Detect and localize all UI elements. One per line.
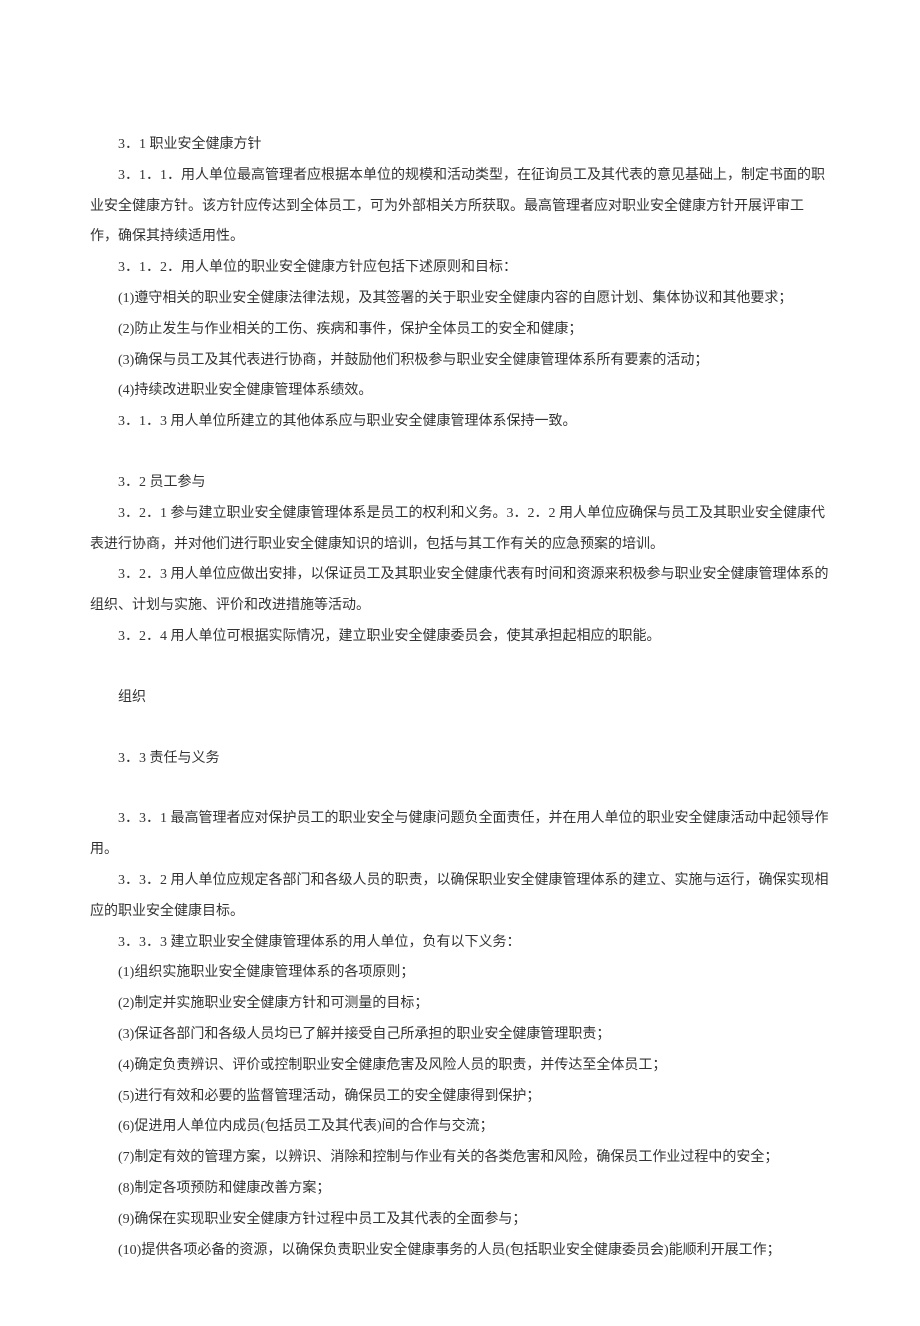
paragraph: (1)遵守相关的职业安全健康法律法规，及其签署的关于职业安全健康内容的自愿计划、… bbox=[90, 284, 830, 315]
paragraph: 3．3．3 建立职业安全健康管理体系的用人单位，负有以下义务： bbox=[90, 928, 830, 959]
paragraph: 3．1．3 用人单位所建立的其他体系应与职业安全健康管理体系保持一致。 bbox=[90, 407, 830, 438]
paragraph: (5)进行有效和必要的监督管理活动，确保员工的安全健康得到保护； bbox=[90, 1082, 830, 1113]
blank-line bbox=[90, 438, 830, 468]
paragraph: (4)确定负责辨识、评价或控制职业安全健康危害及风险人员的职责，并传达至全体员工… bbox=[90, 1051, 830, 1082]
paragraph: (10)提供各项必备的资源，以确保负责职业安全健康事务的人员(包括职业安全健康委… bbox=[90, 1236, 830, 1267]
paragraph: (2)制定并实施职业安全健康方针和可测量的目标； bbox=[90, 989, 830, 1020]
paragraph: (1)组织实施职业安全健康管理体系的各项原则； bbox=[90, 958, 830, 989]
paragraph: (2)防止发生与作业相关的工伤、疾病和事件，保护全体员工的安全和健康； bbox=[90, 315, 830, 346]
paragraph: 3．3．1 最高管理者应对保护员工的职业安全与健康问题负全面责任，并在用人单位的… bbox=[90, 804, 830, 866]
paragraph: 3．3．2 用人单位应规定各部门和各级人员的职责，以确保职业安全健康管理体系的建… bbox=[90, 866, 830, 928]
paragraph: (7)制定有效的管理方案，以辨识、消除和控制与作业有关的各类危害和风险，确保员工… bbox=[90, 1143, 830, 1174]
paragraph: 3．2 员工参与 bbox=[90, 468, 830, 499]
paragraph: (3)确保与员工及其代表进行协商，并鼓励他们积极参与职业安全健康管理体系所有要素… bbox=[90, 346, 830, 377]
paragraph: 3．1．1．用人单位最高管理者应根据本单位的规模和活动类型，在征询员工及其代表的… bbox=[90, 161, 830, 253]
document-content: 3．1 职业安全健康方针3．1．1．用人单位最高管理者应根据本单位的规模和活动类… bbox=[90, 130, 830, 1266]
blank-line bbox=[90, 774, 830, 804]
paragraph: 3．1 职业安全健康方针 bbox=[90, 130, 830, 161]
paragraph: 3．3 责任与义务 bbox=[90, 744, 830, 775]
paragraph: (8)制定各项预防和健康改善方案； bbox=[90, 1174, 830, 1205]
paragraph: 3．2．3 用人单位应做出安排，以保证员工及其职业安全健康代表有时间和资源来积极… bbox=[90, 560, 830, 622]
paragraph: (3)保证各部门和各级人员均已了解并接受自己所承担的职业安全健康管理职责； bbox=[90, 1020, 830, 1051]
blank-line bbox=[90, 714, 830, 744]
paragraph: 3．2．4 用人单位可根据实际情况，建立职业安全健康委员会，使其承担起相应的职能… bbox=[90, 622, 830, 653]
paragraph: (6)促进用人单位内成员(包括员工及其代表)间的合作与交流； bbox=[90, 1112, 830, 1143]
paragraph: (4)持续改进职业安全健康管理体系绩效。 bbox=[90, 376, 830, 407]
paragraph: 3．1．2．用人单位的职业安全健康方针应包括下述原则和目标： bbox=[90, 253, 830, 284]
blank-line bbox=[90, 653, 830, 683]
paragraph: 组织 bbox=[90, 683, 830, 714]
paragraph: 3．2．1 参与建立职业安全健康管理体系是员工的权利和义务。3．2．2 用人单位… bbox=[90, 499, 830, 561]
paragraph: (9)确保在实现职业安全健康方针过程中员工及其代表的全面参与； bbox=[90, 1205, 830, 1236]
